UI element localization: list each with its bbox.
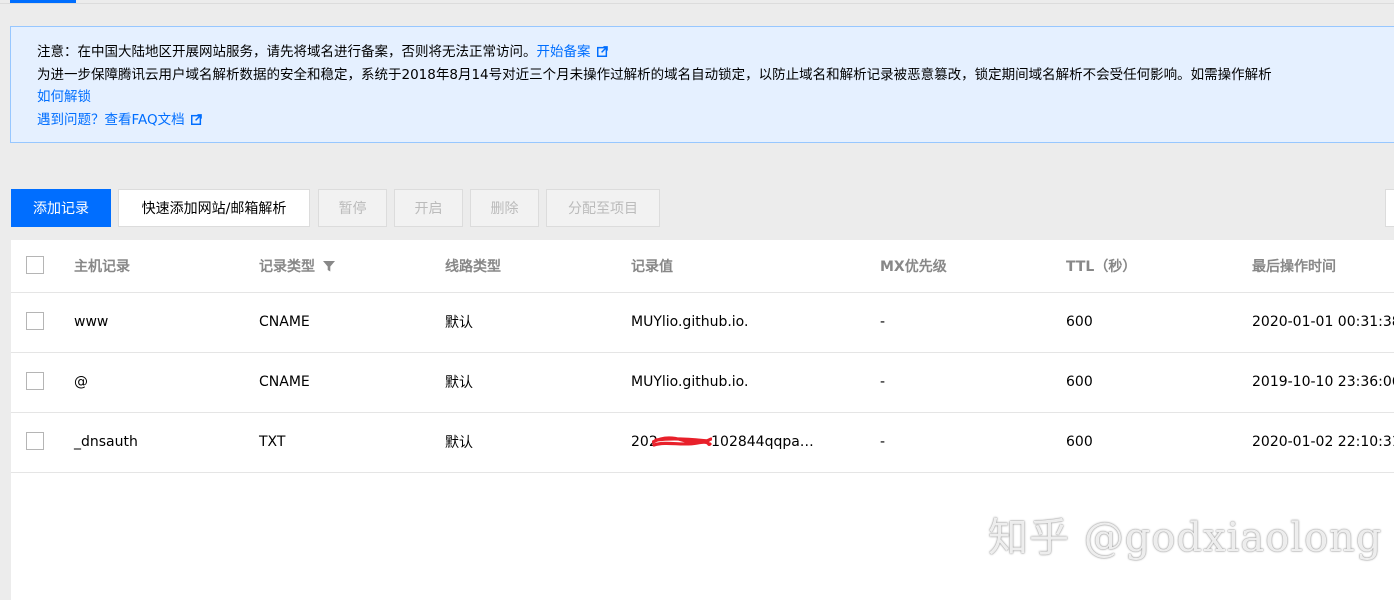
pause-button[interactable]: 暂停 [318, 189, 387, 227]
row-checkbox[interactable] [26, 312, 44, 330]
cell-value: MUYlio.github.io. [631, 314, 749, 330]
tab-divider [0, 3, 1394, 4]
header-ttl: TTL（秒） [1066, 259, 1137, 275]
how-to-unlock-link[interactable]: 如何解锁 [37, 89, 91, 105]
header-time: 最后操作时间 [1252, 259, 1336, 275]
external-link-icon[interactable] [596, 46, 608, 57]
header-value: 记录值 [631, 259, 673, 275]
cell-time: 2020-01-02 22:10:31 [1252, 434, 1394, 450]
notice-filing-text: 注意：在中国大陆地区开展网站服务，请先将域名进行备案，否则将无法正常访问。 [37, 44, 537, 60]
cell-line: 默认 [445, 435, 473, 451]
cell-ttl: 600 [1066, 434, 1093, 450]
cell-host: @ [74, 374, 88, 390]
row-checkbox[interactable] [26, 432, 44, 450]
filter-icon[interactable] [323, 260, 335, 272]
cell-type: CNAME [259, 314, 310, 330]
external-link-icon[interactable] [190, 113, 202, 125]
enable-button[interactable]: 开启 [394, 189, 463, 227]
header-host: 主机记录 [74, 259, 130, 275]
select-all-checkbox[interactable] [26, 256, 44, 274]
cell-mx: - [880, 434, 886, 450]
cell-ttl: 600 [1066, 314, 1093, 330]
faq-question-text[interactable]: 遇到问题？ [37, 112, 105, 128]
start-filing-link[interactable]: 开始备案 [537, 44, 591, 60]
cell-time: 2020-01-01 00:31:38 [1252, 314, 1394, 330]
row-checkbox[interactable] [26, 372, 44, 390]
delete-button[interactable]: 删除 [470, 189, 539, 227]
cell-line: 默认 [445, 375, 473, 391]
cell-time: 2019-10-10 23:36:06 [1252, 374, 1394, 390]
cell-line: 默认 [445, 315, 473, 331]
header-type-label: 记录类型 [259, 259, 315, 275]
quick-add-button[interactable]: 快速添加网站/邮箱解析 [118, 189, 310, 227]
redaction-scribble [652, 436, 712, 447]
notice-banner: 注意：在中国大陆地区开展网站服务，请先将域名进行备案，否则将无法正常访问。开始备… [10, 26, 1394, 143]
cell-host: _dnsauth [74, 434, 138, 450]
cell-host: www [74, 314, 109, 330]
search-box-edge[interactable] [1385, 189, 1394, 227]
notice-line-4: 遇到问题？查看FAQ文档 [37, 109, 1394, 132]
notice-line-1: 注意：在中国大陆地区开展网站服务，请先将域名进行备案，否则将无法正常访问。开始备… [37, 41, 1394, 64]
cell-value: MUYlio.github.io. [631, 374, 749, 390]
add-record-button[interactable]: 添加记录 [11, 189, 111, 227]
watermark: 知乎 @godxiaolong [988, 515, 1383, 561]
header-mx: MX优先级 [880, 259, 947, 275]
notice-line-2: 为进一步保障腾讯云用户域名解析数据的安全和稳定，系统于2018年8月14号对近三… [37, 66, 1272, 83]
table-row[interactable]: @ CNAME 默认 MUYlio.github.io. - 600 2019-… [11, 352, 1394, 413]
assign-project-button[interactable]: 分配至项目 [546, 189, 660, 227]
cell-type: TXT [259, 434, 286, 450]
cell-type: CNAME [259, 374, 310, 390]
cell-ttl: 600 [1066, 374, 1093, 390]
faq-doc-link[interactable]: 查看FAQ文档 [105, 112, 185, 128]
cell-mx: - [880, 374, 886, 390]
header-line: 线路类型 [445, 259, 501, 275]
table-row[interactable]: www CNAME 默认 MUYlio.github.io. - 600 202… [11, 292, 1394, 353]
table-header-row: 主机记录 记录类型 线路类型 记录值 MX优先级 TTL（秒） 最后操作时间 [11, 240, 1394, 293]
header-type[interactable]: 记录类型 [259, 240, 335, 292]
cell-mx: - [880, 314, 886, 330]
